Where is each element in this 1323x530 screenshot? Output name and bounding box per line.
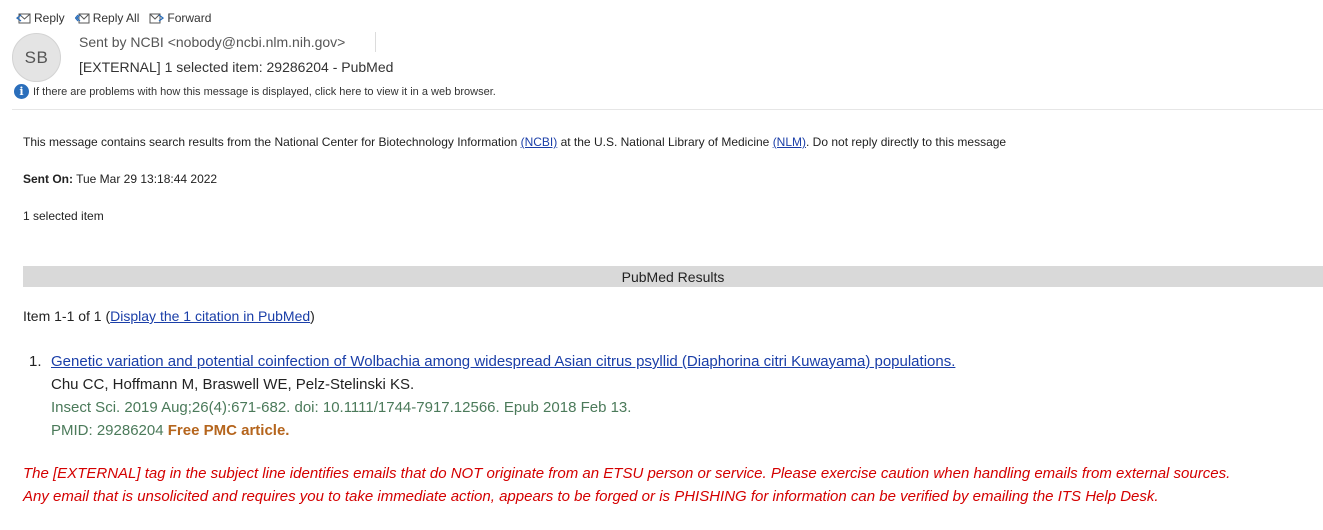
intro-paragraph: This message contains search results fro… [23,135,1006,149]
intro-text-end: . Do not reply directly to this message [806,135,1007,149]
citation-pmid-line: PMID: 29286204 Free PMC article. [51,419,955,442]
reply-icon [16,13,31,23]
sender-avatar: SB [12,33,61,82]
citation-number: 1. [29,353,42,370]
intro-text-start: This message contains search results fro… [23,135,521,149]
reply-label: Reply [34,11,65,25]
sent-on-label: Sent On: [23,172,73,186]
citation-item: 1. Genetic variation and potential coinf… [29,350,955,442]
intro-text-mid: at the U.S. National Library of Medicine [557,135,773,149]
warning-line-1: The [EXTERNAL] tag in the subject line i… [23,465,1231,482]
header-divider [375,32,376,52]
warning-line-2: Any email that is unsolicited and requir… [23,488,1159,505]
info-icon: i [14,84,29,99]
message-toolbar: Reply Reply All Forward [16,9,211,27]
sent-on-line: Sent On: Tue Mar 29 13:18:44 2022 [23,172,217,186]
item-range-line: Item 1-1 of 1 (Display the 1 citation in… [23,308,315,324]
forward-icon [149,13,165,23]
display-citation-link[interactable]: Display the 1 citation in PubMed [110,308,310,324]
item-range-close: ) [310,308,315,324]
citation-list: 1. Genetic variation and potential coinf… [29,350,955,442]
ncbi-link[interactable]: (NCBI) [521,135,558,149]
reply-button[interactable]: Reply [16,11,65,25]
reply-all-icon [74,13,90,23]
display-problems-text[interactable]: If there are problems with how this mess… [33,86,496,98]
reply-all-button[interactable]: Reply All [74,11,140,25]
results-heading: PubMed Results [621,268,725,285]
forward-button[interactable]: Forward [149,11,211,25]
citation-body: Genetic variation and potential coinfect… [51,350,955,442]
sender-address[interactable]: Sent by NCBI <nobody@ncbi.nlm.nih.gov> [79,34,345,50]
results-heading-bar: PubMed Results [23,266,1323,287]
forward-label: Forward [167,11,212,25]
external-email-warning: The [EXTERNAL] tag in the subject line i… [23,462,1323,508]
citation-authors: Chu CC, Hoffmann M, Braswell WE, Pelz-St… [51,376,415,393]
message-subject: [EXTERNAL] 1 selected item: 29286204 - P… [79,59,394,75]
header-separator [12,109,1323,110]
citation-source: Insect Sci. 2019 Aug;26(4):671-682. doi:… [51,399,632,416]
selected-count: 1 selected item [23,209,104,223]
reply-all-label: Reply All [92,11,140,25]
citation-title-link[interactable]: Genetic variation and potential coinfect… [51,350,955,373]
item-range-text: Item 1-1 of 1 ( [23,308,111,324]
nlm-link[interactable]: (NLM) [773,135,806,149]
free-pmc-badge: Free PMC article. [167,422,290,439]
display-problems-bar[interactable]: i If there are problems with how this me… [14,84,496,99]
citation-pmid: PMID: 29286204 [51,422,168,439]
sent-on-value: Tue Mar 29 13:18:44 2022 [73,172,218,186]
